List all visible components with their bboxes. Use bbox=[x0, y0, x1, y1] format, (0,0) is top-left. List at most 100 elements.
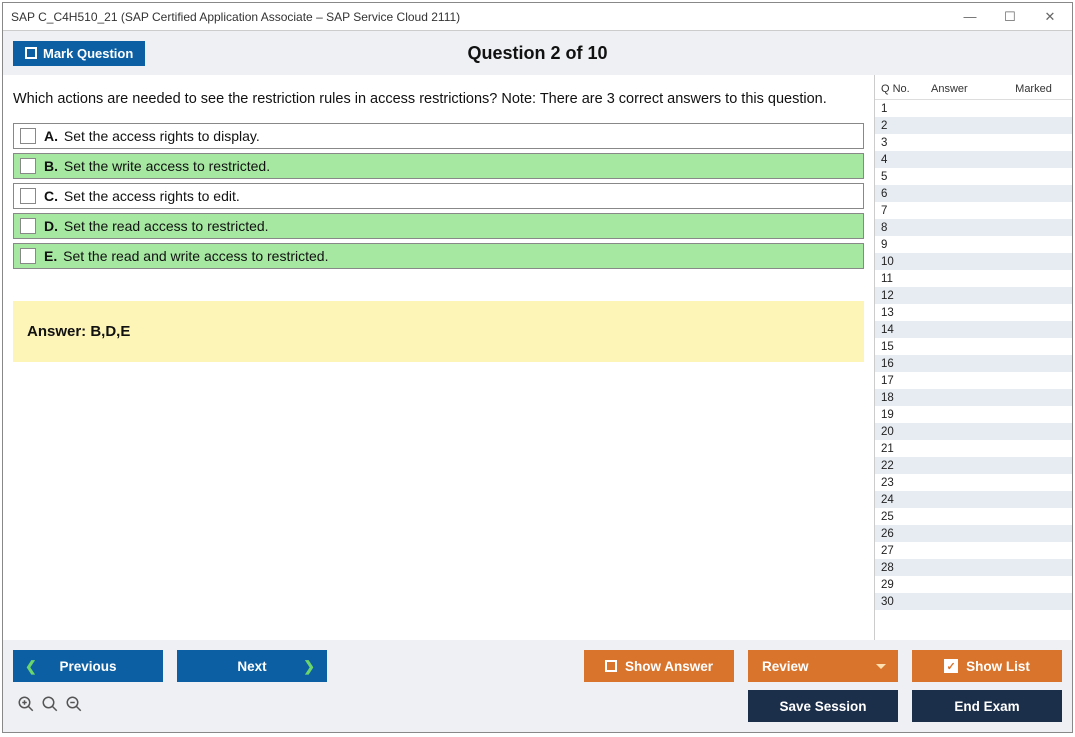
sidebar-row[interactable]: 25 bbox=[875, 508, 1072, 525]
sidebar-qno: 9 bbox=[881, 239, 931, 251]
sidebar-row[interactable]: 5 bbox=[875, 168, 1072, 185]
sidebar-row[interactable]: 7 bbox=[875, 202, 1072, 219]
sidebar-qno: 15 bbox=[881, 341, 931, 353]
sidebar-row[interactable]: 2 bbox=[875, 117, 1072, 134]
sidebar-qno: 25 bbox=[881, 511, 931, 523]
sidebar-qno: 21 bbox=[881, 443, 931, 455]
sidebar-row[interactable]: 28 bbox=[875, 559, 1072, 576]
sidebar-list[interactable]: 1234567891011121314151617181920212223242… bbox=[875, 99, 1072, 640]
maximize-button[interactable]: ☐ bbox=[990, 4, 1030, 30]
previous-button[interactable]: ❮ Previous bbox=[13, 650, 163, 682]
sidebar-qno: 8 bbox=[881, 222, 931, 234]
sidebar-col-marked: Marked bbox=[1001, 83, 1066, 95]
mark-question-label: Mark Question bbox=[43, 46, 133, 61]
checkbox-icon[interactable] bbox=[20, 128, 36, 144]
sidebar-qno: 4 bbox=[881, 154, 931, 166]
window-title: SAP C_C4H510_21 (SAP Certified Applicati… bbox=[11, 10, 460, 24]
sidebar-row[interactable]: 14 bbox=[875, 321, 1072, 338]
zoom-in-icon[interactable] bbox=[17, 695, 35, 718]
sidebar-row[interactable]: 8 bbox=[875, 219, 1072, 236]
zoom-controls bbox=[13, 695, 83, 718]
checkbox-icon[interactable] bbox=[20, 188, 36, 204]
sidebar-qno: 20 bbox=[881, 426, 931, 438]
sidebar-qno: 18 bbox=[881, 392, 931, 404]
options-list: A. Set the access rights to display. B. S… bbox=[13, 123, 864, 273]
sidebar-row[interactable]: 26 bbox=[875, 525, 1072, 542]
sidebar-qno: 22 bbox=[881, 460, 931, 472]
sidebar-col-answer: Answer bbox=[931, 83, 1001, 95]
review-label: Review bbox=[762, 659, 809, 674]
sidebar-row[interactable]: 18 bbox=[875, 389, 1072, 406]
sidebar-row[interactable]: 6 bbox=[875, 185, 1072, 202]
sidebar-row[interactable]: 30 bbox=[875, 593, 1072, 610]
sidebar-qno: 28 bbox=[881, 562, 931, 574]
zoom-icon[interactable] bbox=[41, 695, 59, 718]
checkbox-icon bbox=[25, 47, 37, 59]
option-text: A. Set the access rights to display. bbox=[44, 128, 260, 144]
sidebar-row[interactable]: 20 bbox=[875, 423, 1072, 440]
close-button[interactable]: ✕ bbox=[1030, 4, 1070, 30]
minimize-button[interactable]: — bbox=[950, 4, 990, 30]
sidebar-row[interactable]: 23 bbox=[875, 474, 1072, 491]
sidebar-row[interactable]: 29 bbox=[875, 576, 1072, 593]
sidebar-qno: 17 bbox=[881, 375, 931, 387]
show-list-label: Show List bbox=[966, 659, 1030, 674]
checkbox-icon[interactable] bbox=[20, 248, 36, 264]
checkbox-icon[interactable] bbox=[20, 218, 36, 234]
sidebar-qno: 5 bbox=[881, 171, 931, 183]
footer-row-1: ❮ Previous Next ❯ Show Answer Review ✓ S… bbox=[13, 650, 1062, 682]
end-exam-label: End Exam bbox=[954, 699, 1019, 714]
sidebar-qno: 13 bbox=[881, 307, 931, 319]
show-list-button[interactable]: ✓ Show List bbox=[912, 650, 1062, 682]
review-button[interactable]: Review bbox=[748, 650, 898, 682]
sidebar-qno: 7 bbox=[881, 205, 931, 217]
sidebar-row[interactable]: 19 bbox=[875, 406, 1072, 423]
show-answer-label: Show Answer bbox=[625, 659, 713, 674]
body-area: Which actions are needed to see the rest… bbox=[3, 75, 1072, 640]
sidebar-row[interactable]: 21 bbox=[875, 440, 1072, 457]
option-text: C. Set the access rights to edit. bbox=[44, 188, 240, 204]
sidebar-row[interactable]: 16 bbox=[875, 355, 1072, 372]
sidebar-row[interactable]: 1 bbox=[875, 100, 1072, 117]
checkbox-icon bbox=[605, 660, 617, 672]
sidebar-row[interactable]: 27 bbox=[875, 542, 1072, 559]
option-row[interactable]: D. Set the read access to restricted. bbox=[13, 213, 864, 239]
sidebar-row[interactable]: 17 bbox=[875, 372, 1072, 389]
sidebar-row[interactable]: 4 bbox=[875, 151, 1072, 168]
question-text: Which actions are needed to see the rest… bbox=[13, 91, 864, 107]
option-row[interactable]: C. Set the access rights to edit. bbox=[13, 183, 864, 209]
sidebar-row[interactable]: 9 bbox=[875, 236, 1072, 253]
footer: ❮ Previous Next ❯ Show Answer Review ✓ S… bbox=[3, 640, 1072, 732]
end-exam-button[interactable]: End Exam bbox=[912, 690, 1062, 722]
show-answer-button[interactable]: Show Answer bbox=[584, 650, 734, 682]
save-session-button[interactable]: Save Session bbox=[748, 690, 898, 722]
answer-box: Answer: B,D,E bbox=[13, 301, 864, 362]
sidebar-qno: 1 bbox=[881, 103, 931, 115]
sidebar-row[interactable]: 10 bbox=[875, 253, 1072, 270]
question-counter: Question 2 of 10 bbox=[3, 43, 1072, 64]
sidebar-row[interactable]: 24 bbox=[875, 491, 1072, 508]
chevron-right-icon: ❯ bbox=[303, 658, 315, 675]
sidebar-qno: 16 bbox=[881, 358, 931, 370]
sidebar-row[interactable]: 22 bbox=[875, 457, 1072, 474]
save-session-label: Save Session bbox=[779, 699, 866, 714]
zoom-out-icon[interactable] bbox=[65, 695, 83, 718]
option-row[interactable]: E. Set the read and write access to rest… bbox=[13, 243, 864, 269]
window-controls: — ☐ ✕ bbox=[950, 4, 1070, 30]
sidebar-qno: 30 bbox=[881, 596, 931, 608]
option-row[interactable]: B. Set the write access to restricted. bbox=[13, 153, 864, 179]
sidebar-row[interactable]: 13 bbox=[875, 304, 1072, 321]
next-button[interactable]: Next ❯ bbox=[177, 650, 327, 682]
chevron-down-icon bbox=[876, 664, 886, 669]
sidebar-row[interactable]: 11 bbox=[875, 270, 1072, 287]
option-row[interactable]: A. Set the access rights to display. bbox=[13, 123, 864, 149]
option-text: D. Set the read access to restricted. bbox=[44, 218, 269, 234]
sidebar-qno: 29 bbox=[881, 579, 931, 591]
mark-question-button[interactable]: Mark Question bbox=[13, 41, 145, 66]
content-area: Which actions are needed to see the rest… bbox=[3, 75, 874, 640]
sidebar-row[interactable]: 3 bbox=[875, 134, 1072, 151]
sidebar-qno: 26 bbox=[881, 528, 931, 540]
sidebar-row[interactable]: 15 bbox=[875, 338, 1072, 355]
sidebar-row[interactable]: 12 bbox=[875, 287, 1072, 304]
checkbox-icon[interactable] bbox=[20, 158, 36, 174]
